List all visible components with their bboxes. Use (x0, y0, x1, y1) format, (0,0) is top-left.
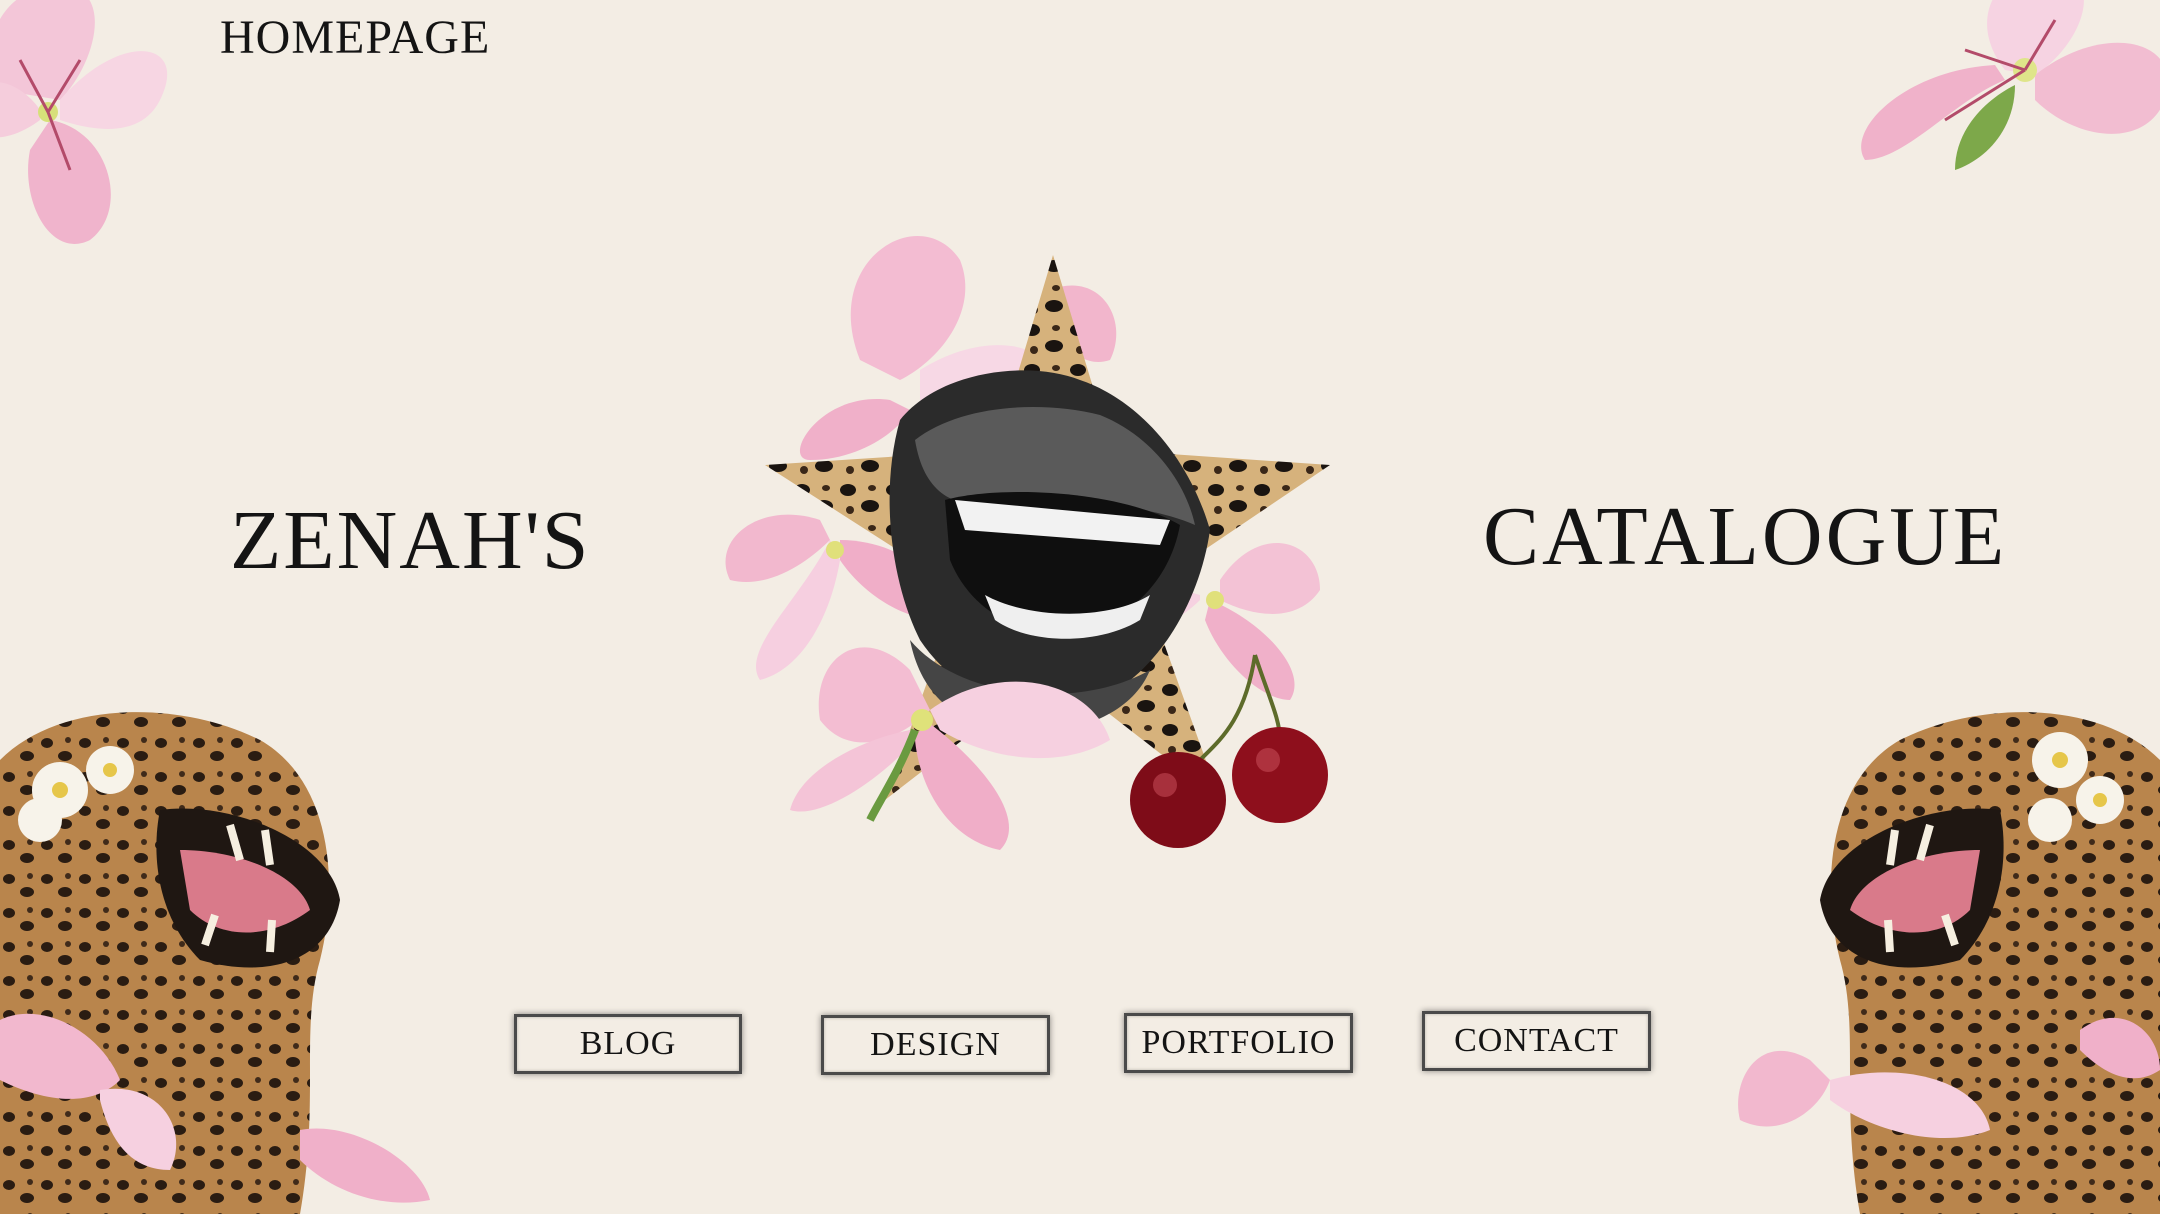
site-title-right: CATALOGUE (1483, 490, 2008, 583)
leopard-star-collage (725, 236, 1330, 850)
page-heading: HOMEPAGE (220, 11, 491, 64)
site-title-left: ZENAH'S (230, 494, 591, 587)
portfolio-button[interactable]: PORTFOLIO (1124, 1013, 1353, 1073)
leopard-left (0, 712, 430, 1214)
design-button[interactable]: DESIGN (821, 1015, 1050, 1075)
lily-flower-top-left (0, 0, 168, 244)
contact-button[interactable]: CONTACT (1422, 1011, 1651, 1071)
blog-button[interactable]: BLOG (514, 1014, 742, 1074)
leopard-right (1738, 712, 2160, 1214)
lily-flower-top-right (1861, 0, 2160, 170)
